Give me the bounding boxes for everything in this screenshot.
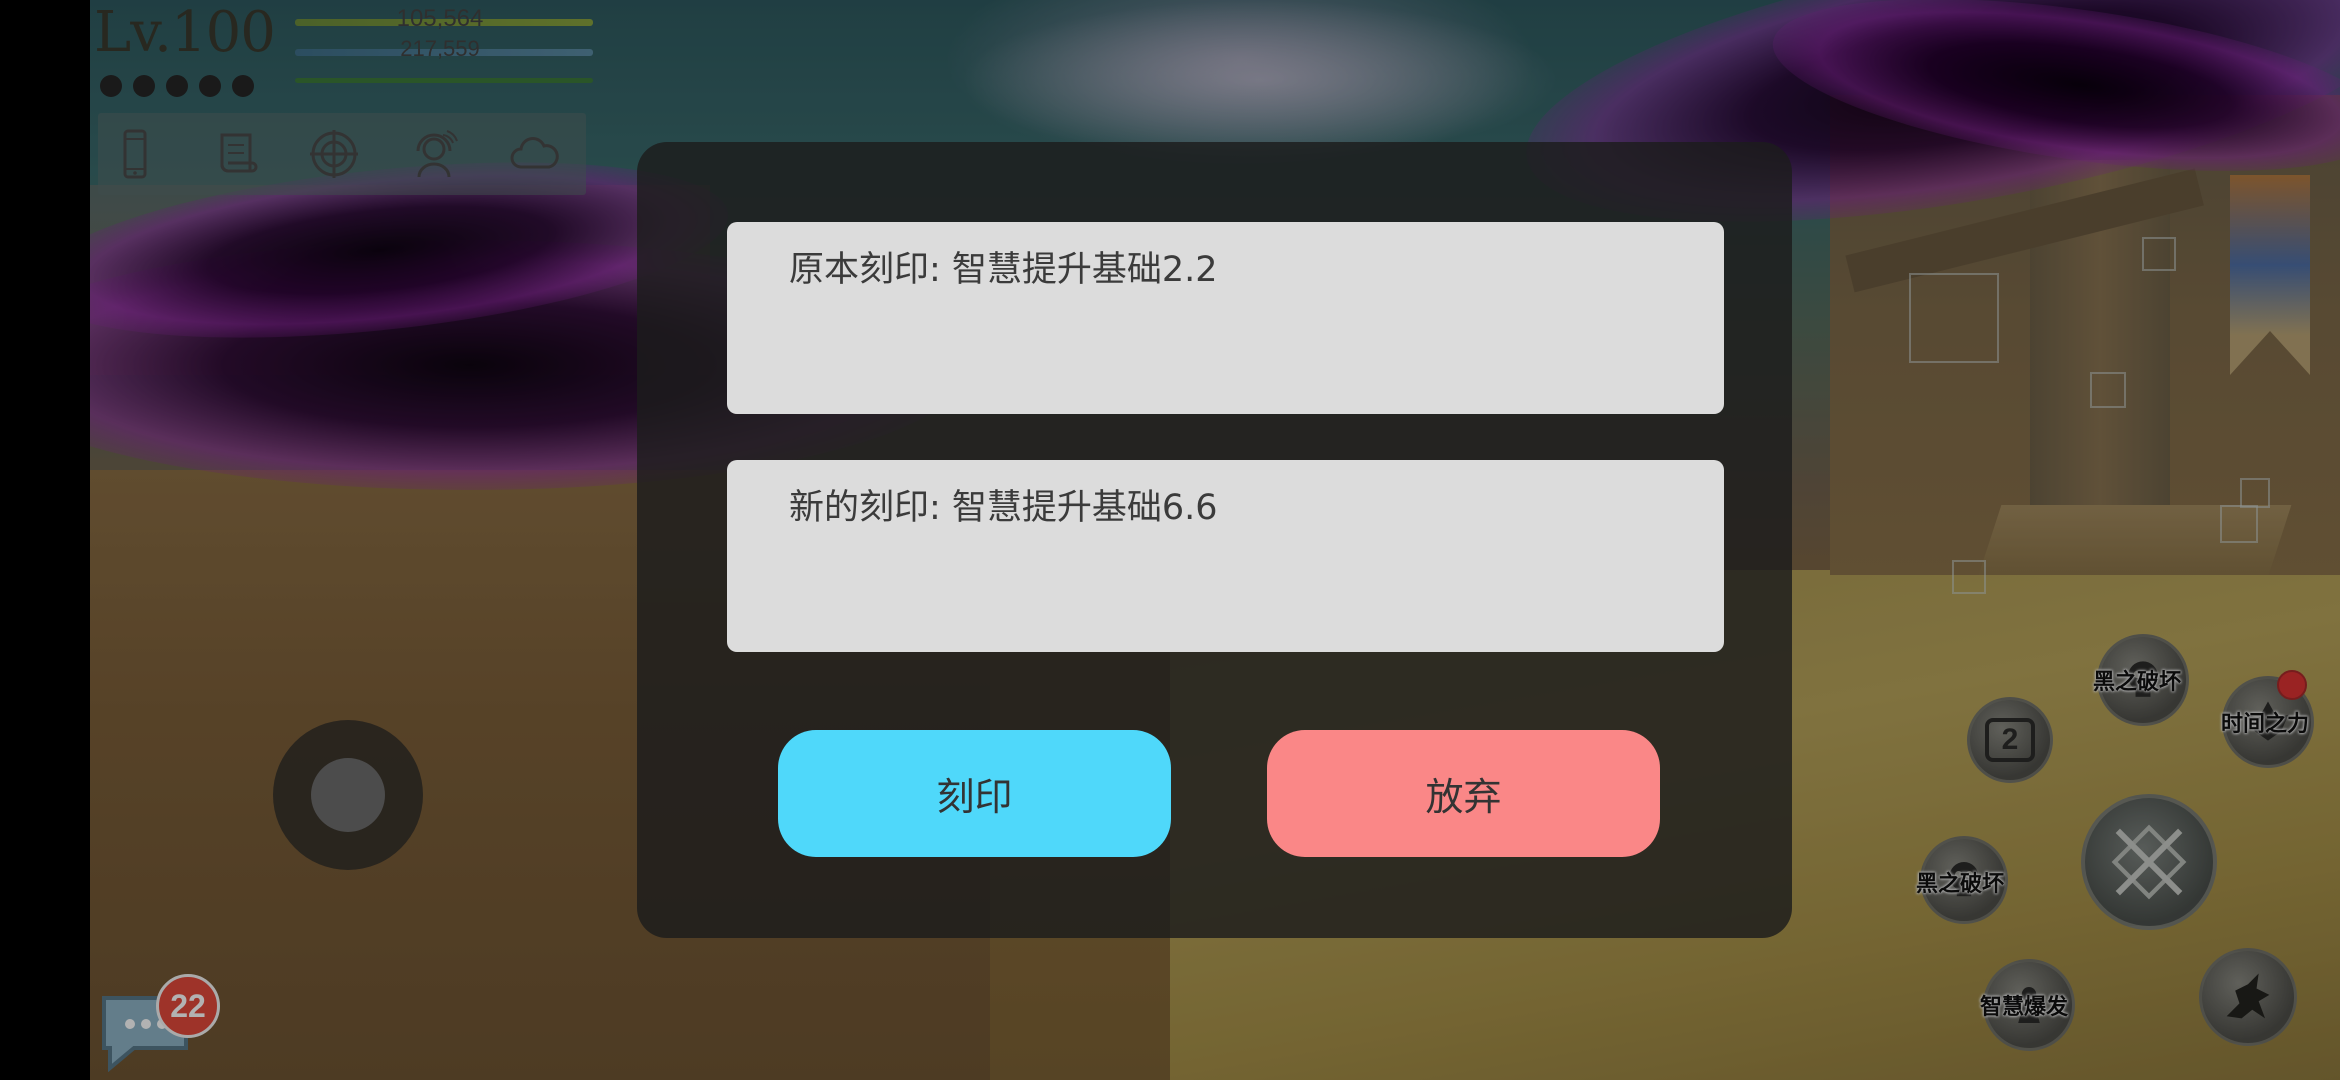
- new-inscription-box: 新的刻印: 智慧提升基础6.6: [727, 460, 1724, 652]
- abandon-button[interactable]: 放弃: [1267, 730, 1660, 857]
- inscription-dialog: 原本刻印: 智慧提升基础2.2 新的刻印: 智慧提升基础6.6 刻印 放弃: [637, 142, 1792, 938]
- new-inscription-text: 新的刻印: 智慧提升基础6.6: [789, 488, 1218, 528]
- original-inscription-text: 原本刻印: 智慧提升基础2.2: [789, 250, 1218, 290]
- inscribe-button[interactable]: 刻印: [778, 730, 1171, 857]
- original-inscription-box: 原本刻印: 智慧提升基础2.2: [727, 222, 1724, 414]
